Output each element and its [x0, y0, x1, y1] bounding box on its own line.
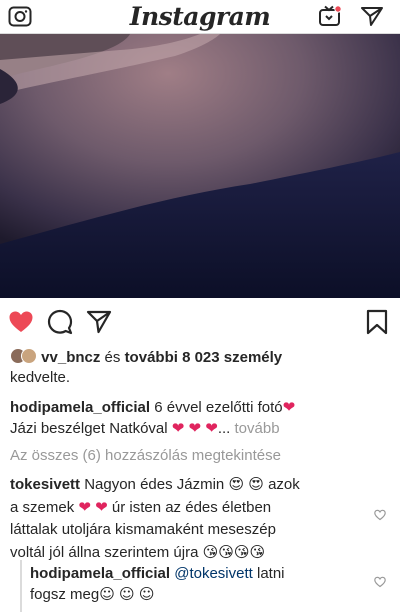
post-caption: hodipamela_official 6 évvel ezelőtti fot… [10, 397, 395, 439]
red-heart-emoji-icon: ❤ [188, 419, 202, 437]
mention-link[interactable]: @tokesivett [174, 565, 253, 582]
liker-username[interactable]: vv_bncz [41, 349, 100, 366]
red-heart-emoji-icon: ❤ [282, 398, 296, 416]
smiling-face-emoji-icon: ☺ [99, 585, 115, 603]
kissing-face-emoji-icon: 😘 [218, 543, 234, 561]
comment-text: fogsz meg [30, 586, 100, 603]
heart-eyes-emoji-icon: 😍 [228, 475, 245, 493]
likes-summary[interactable]: vv_bncz és további 8 023 személy kedvelt… [10, 348, 395, 388]
comment-text: voltál jól állna szerintem újra [10, 544, 203, 561]
smiling-face-emoji-icon: ☺ [138, 585, 155, 603]
comment-reply-item: hodipamela_official @tokesivett latni fo… [30, 563, 360, 605]
igtv-icon[interactable] [318, 5, 342, 27]
caption-ellipsis: ... [217, 420, 231, 437]
reply-thread-line [20, 560, 22, 612]
kissing-face-emoji-icon: 😘 [202, 543, 219, 561]
comment-text: latni [252, 565, 285, 582]
view-all-comments-link[interactable]: Az összes (6) hozzászólás megtekintése [10, 447, 281, 464]
comment-username[interactable]: tokesivett [10, 476, 80, 493]
comment-text: Nagyon édes Jázmin [80, 476, 229, 493]
comment-text: láttalak utoljára kismamaként meseszép [10, 521, 276, 538]
comment-bubble-icon[interactable] [47, 309, 73, 335]
post-action-bar [0, 298, 400, 346]
comment-text: a szemek [10, 499, 79, 516]
comment-username[interactable]: hodipamela_official [30, 565, 170, 582]
post-photo[interactable] [0, 34, 400, 298]
comment-text: azok [263, 476, 300, 493]
red-heart-emoji-icon: ❤ [78, 498, 91, 516]
comment-item: tokesivett Nagyon édes Jázmin 😍 😍 azok a… [10, 473, 355, 564]
comment-like-heart-icon[interactable] [374, 509, 386, 521]
red-heart-emoji-icon: ❤ [205, 419, 218, 437]
kissing-face-emoji-icon: 😘 [233, 543, 250, 561]
caption-username[interactable]: hodipamela_official [10, 399, 150, 416]
caption-text-line2: Jázi beszélget Natkóval [10, 420, 172, 437]
likes-liked-text: kedvelte. [10, 369, 71, 386]
red-heart-emoji-icon: ❤ [95, 498, 108, 516]
kissing-face-emoji-icon: 😘 [249, 543, 266, 561]
red-heart-emoji-icon: ❤ [171, 419, 185, 437]
comment-like-heart-icon[interactable] [374, 576, 386, 588]
direct-message-icon[interactable] [360, 5, 384, 27]
share-paper-plane-icon[interactable] [86, 309, 112, 335]
likes-others-count[interactable]: további 8 023 személy [125, 349, 283, 366]
comment-text: úr isten az édes életben [107, 499, 272, 516]
heart-filled-icon[interactable] [8, 309, 34, 335]
caption-more-link[interactable]: tovább [235, 420, 280, 437]
bookmark-icon[interactable] [364, 309, 390, 335]
avatar[interactable] [21, 348, 37, 364]
caption-text-line1: 6 évvel ezelőtti fotó [150, 399, 283, 416]
likes-and: és [100, 349, 125, 366]
smiling-face-emoji-icon: ☺ [119, 585, 135, 603]
top-navigation-bar: Instagram [0, 0, 400, 34]
photo-image [0, 34, 400, 298]
heart-eyes-emoji-icon: 😍 [248, 475, 264, 493]
